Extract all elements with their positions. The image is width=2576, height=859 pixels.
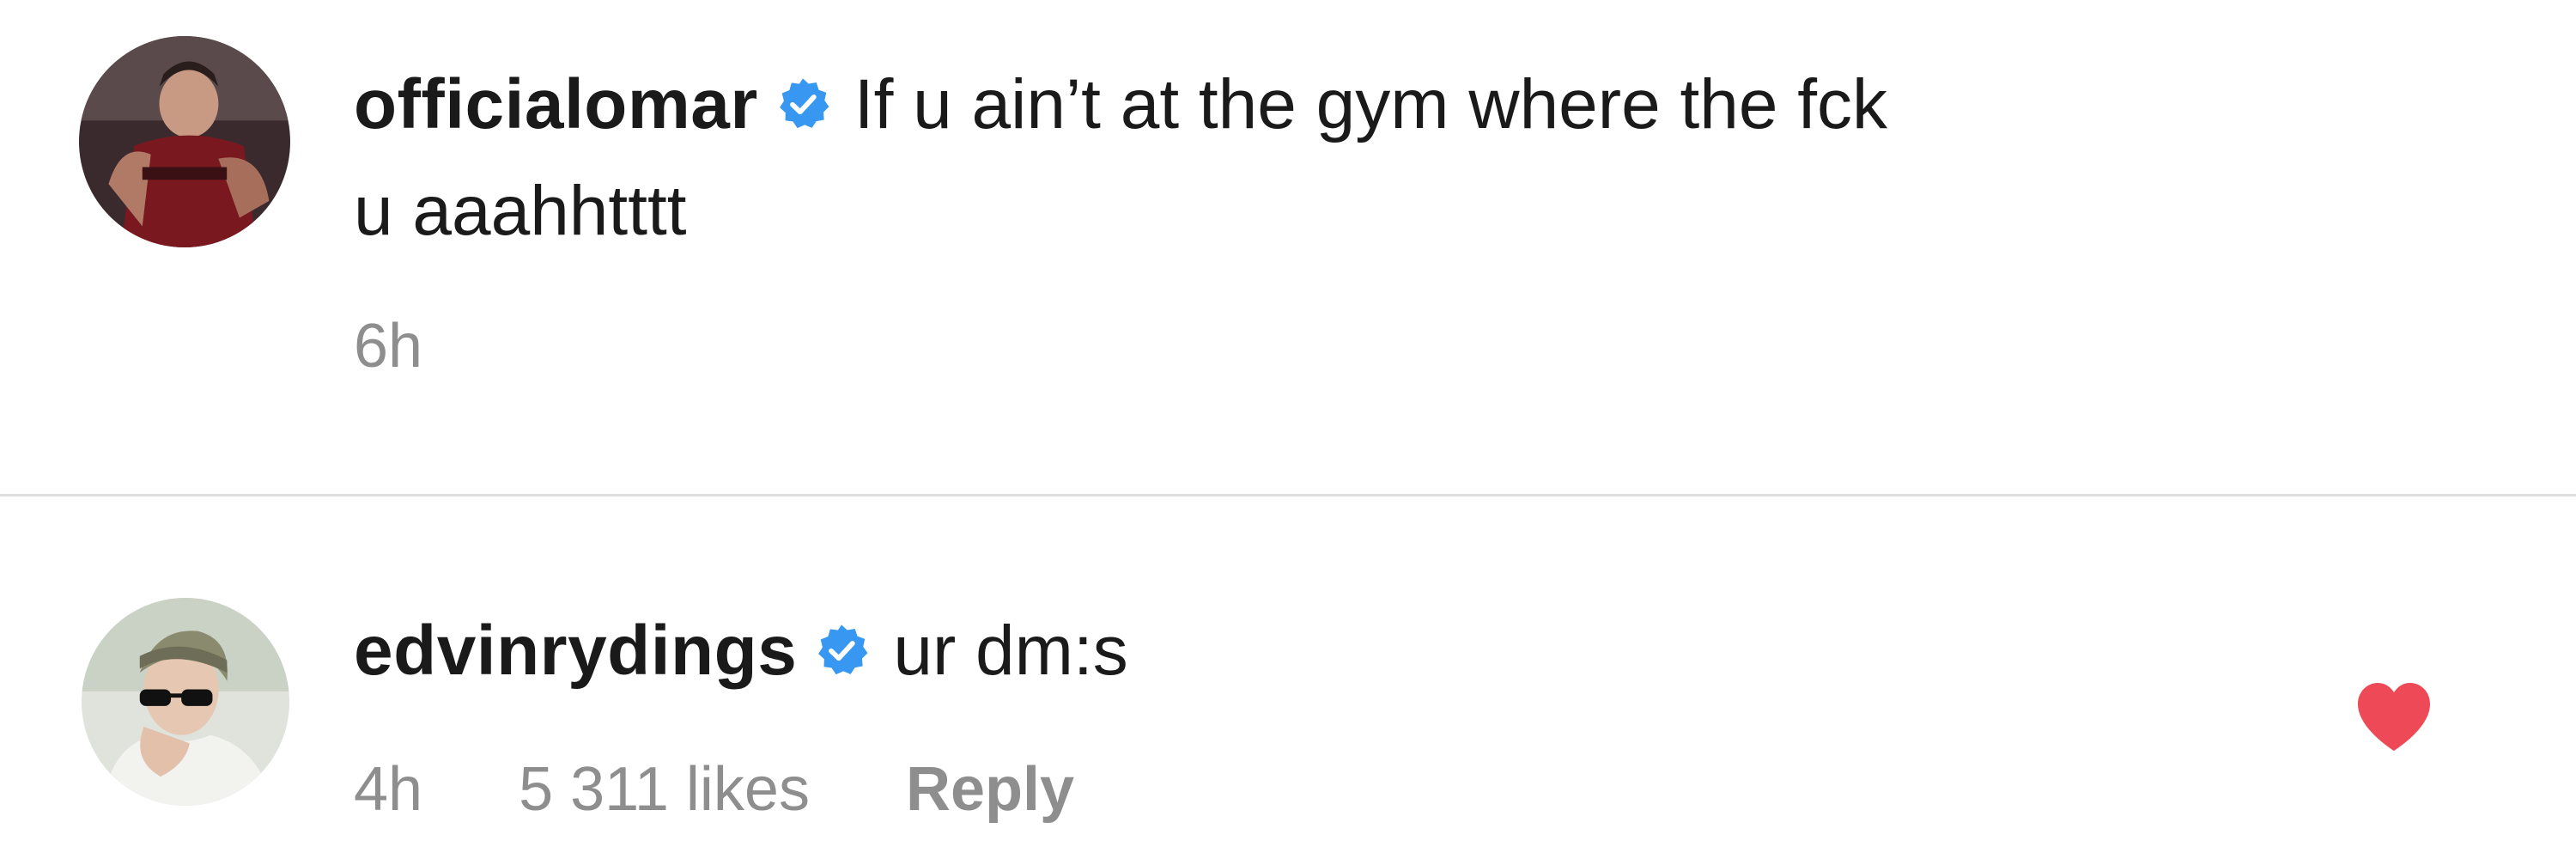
verified-badge-icon <box>775 76 830 131</box>
username[interactable]: edvinrydings <box>354 612 797 690</box>
comment-line-2: u aaahhtttt <box>354 158 2318 265</box>
comment-timestamp: 4h <box>354 755 423 824</box>
comment-timestamp: 6h <box>354 312 423 381</box>
avatar[interactable] <box>79 36 290 247</box>
avatar[interactable] <box>82 598 289 806</box>
comment-body: edvinrydings ur dm:s <box>354 598 2318 704</box>
likes-count[interactable]: 5 311 likes <box>519 754 810 825</box>
avatar-photo-icon <box>82 598 289 806</box>
comment-body: officialomar If u ain’t at the gym where … <box>354 52 2318 265</box>
comment-item: edvinrydings ur dm:s 4h 5 311 likes Reply <box>0 497 2576 859</box>
reply-button[interactable]: Reply <box>906 754 1074 825</box>
comment-item: officialomar If u ain’t at the gym where … <box>0 0 2576 494</box>
like-button[interactable] <box>2354 680 2433 752</box>
comment-text: If u ain’t at the gym where the fck <box>854 65 1888 143</box>
comment-meta: 4h 5 311 likes Reply <box>354 754 1170 825</box>
comment-text-continued: u aaahhtttt <box>354 172 687 250</box>
verified-badge-icon <box>814 623 869 678</box>
comment-meta: 6h <box>354 311 519 381</box>
comment-line-1: edvinrydings ur dm:s <box>354 598 2318 704</box>
heart-filled-icon <box>2358 683 2430 751</box>
comment-text: ur dm:s <box>893 612 1128 690</box>
comment-line-1: officialomar If u ain’t at the gym where … <box>354 52 2318 158</box>
avatar-photo-icon <box>79 36 290 247</box>
username[interactable]: officialomar <box>354 65 758 143</box>
